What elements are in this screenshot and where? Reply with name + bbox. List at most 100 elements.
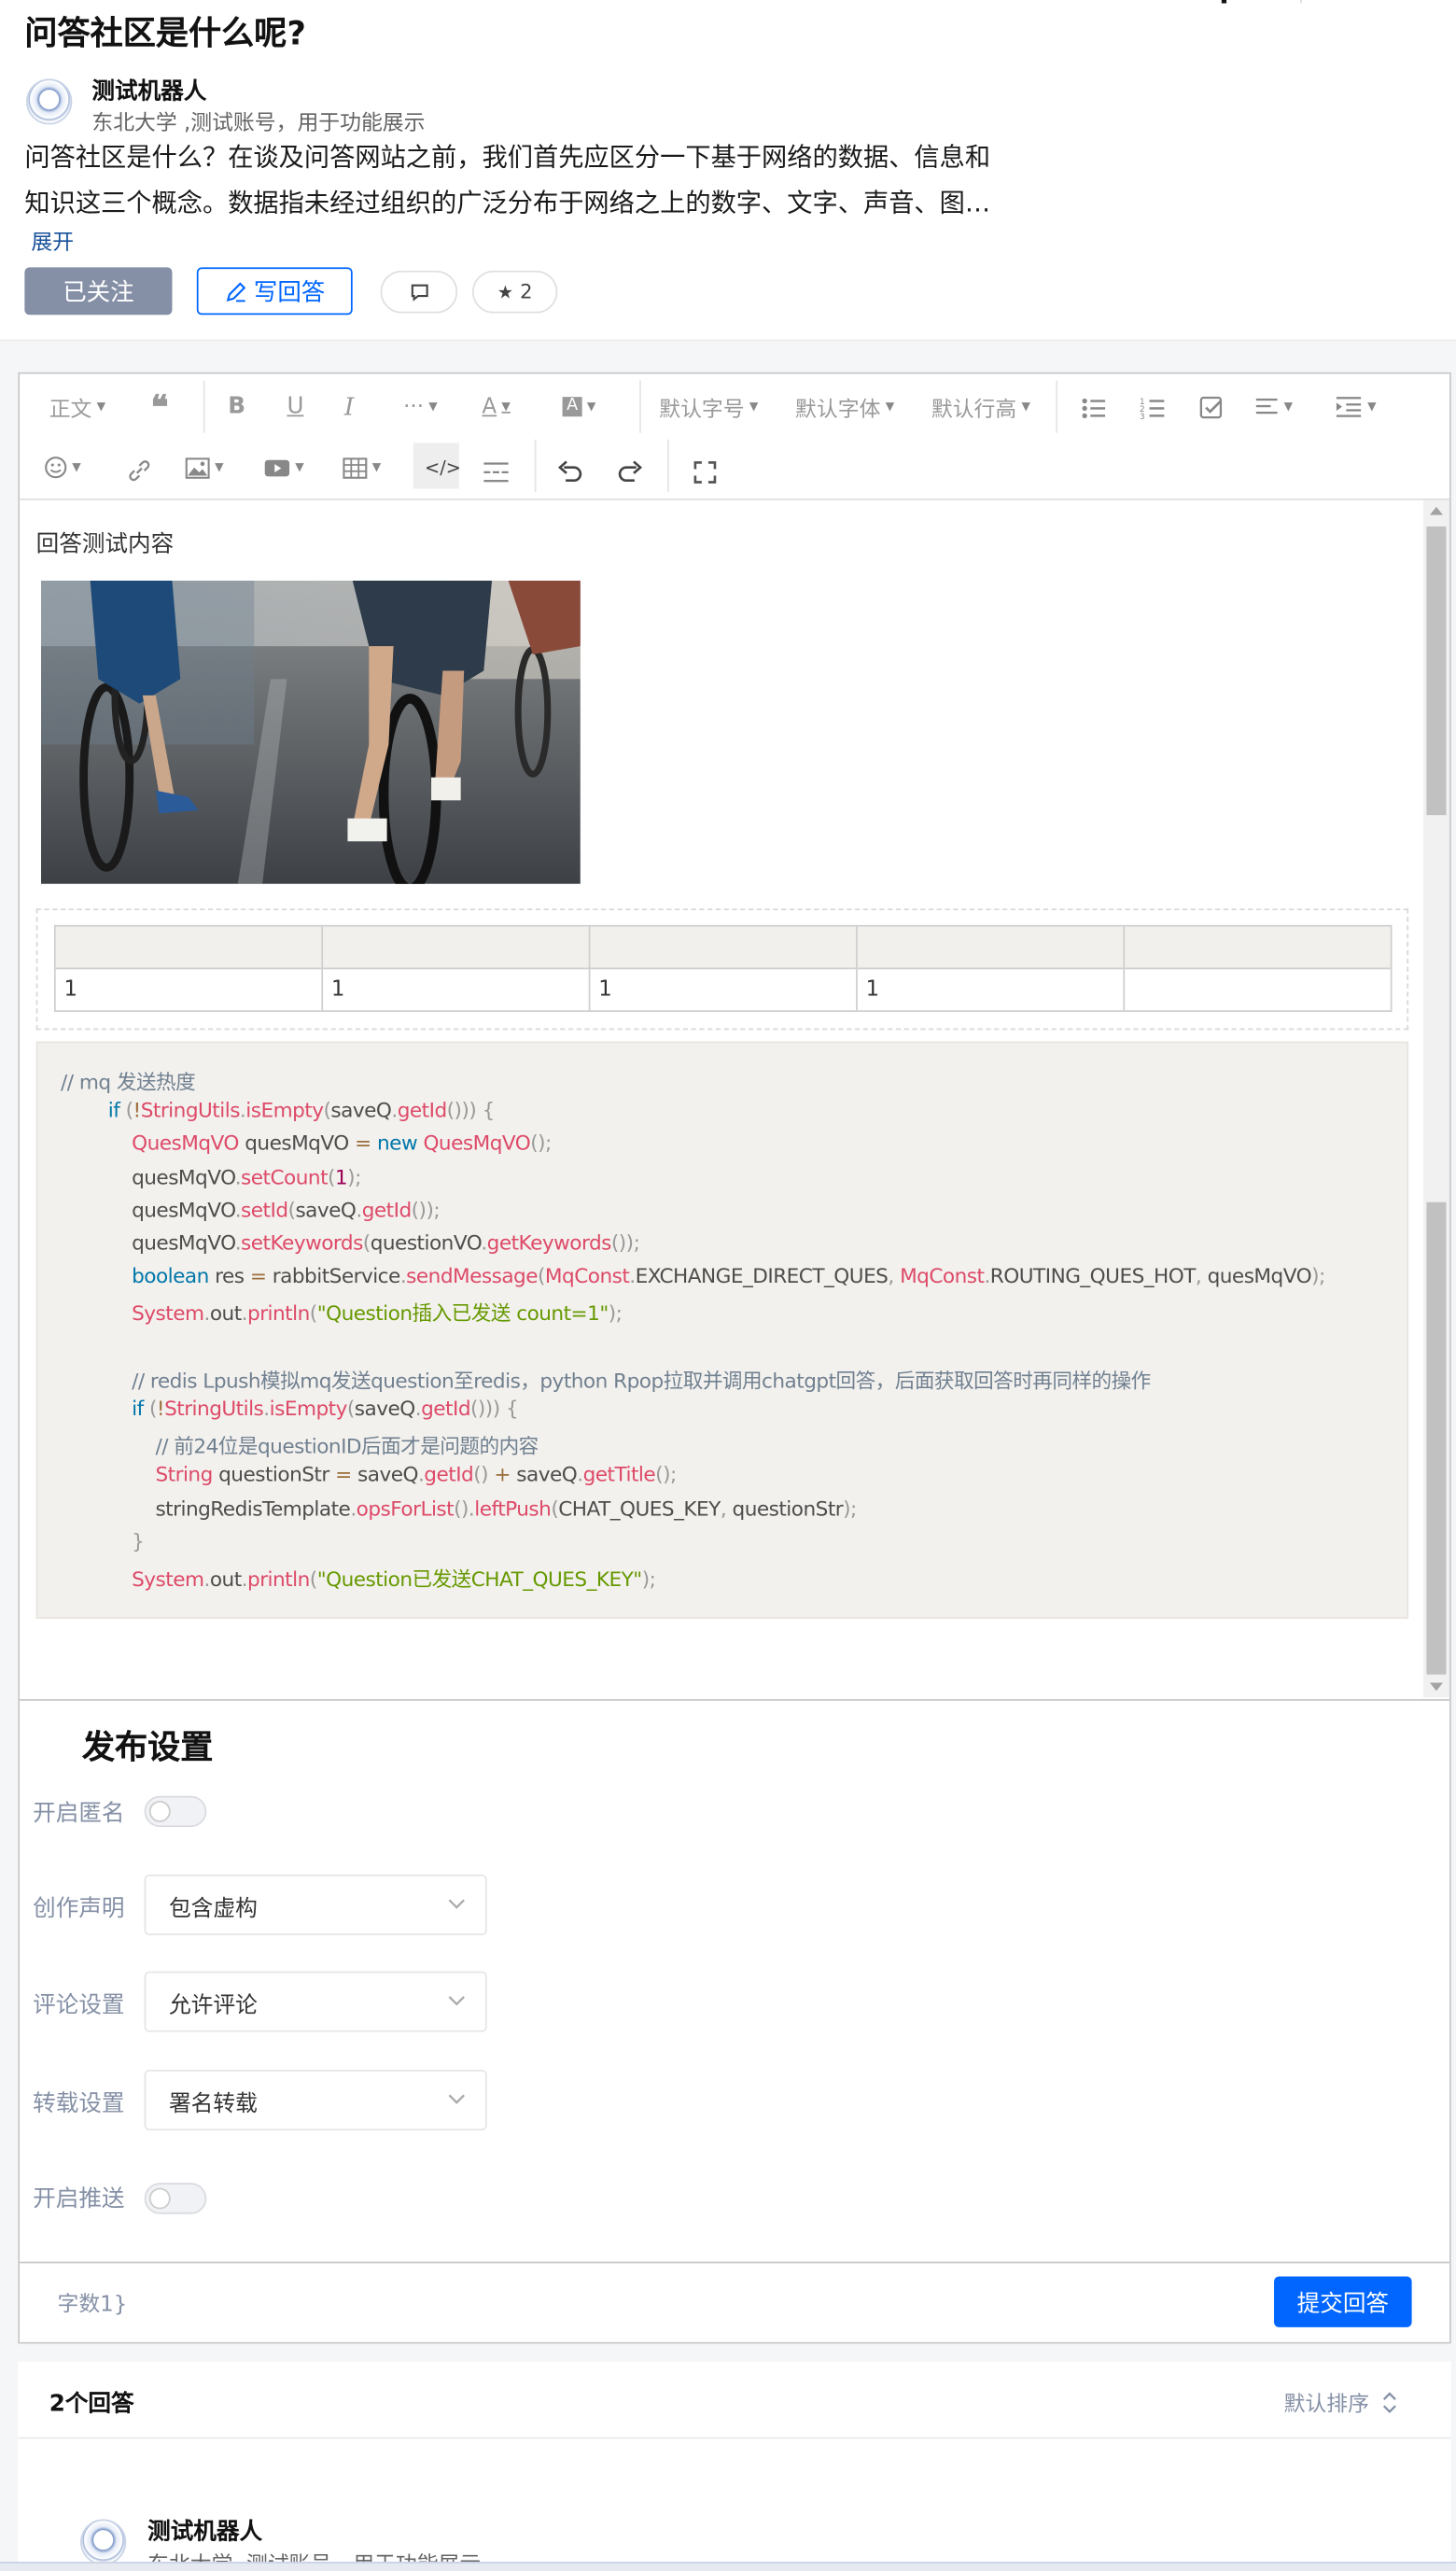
answer-editor: 正文 ▼ ❝ B U I ··· ▼ A ▼ A ▼ 默认字号 ▼ 默认字体 ▼ 默认行高 ▼… (18, 372, 1451, 2344)
undo-icon[interactable] (557, 455, 583, 487)
comment-select[interactable]: 允许评论 (144, 1971, 487, 2032)
emoji-dropdown[interactable]: ▼ (44, 451, 81, 484)
table-header-cell[interactable] (1123, 924, 1393, 970)
declaration-label: 创作声明 (33, 1895, 125, 1922)
table-block[interactable]: 1 1 1 1 (35, 908, 1409, 1031)
font-family-dropdown[interactable]: 默认字体 ▼ (795, 390, 894, 423)
more-style-icon[interactable]: ··· ▼ (403, 390, 438, 423)
repost-select[interactable]: 署名转载 (144, 2070, 487, 2131)
editor-text: 回答测试内容 (35, 531, 175, 558)
image-dropdown[interactable]: ▼ (185, 451, 224, 484)
table-cell[interactable]: 1 (321, 967, 591, 1012)
anonymous-toggle[interactable] (144, 1795, 207, 1828)
table-dropdown[interactable]: ▼ (343, 451, 381, 484)
font-size-label: 默认字号 (659, 398, 745, 423)
star-count: 2 (520, 280, 533, 304)
fullscreen-icon[interactable] (693, 456, 717, 488)
star-button[interactable]: ★ 2 (471, 270, 558, 314)
summary-line: 知识这三个概念。数据指未经过组织的广泛分布于网络之上的数字、文字、声音、图… (24, 189, 991, 218)
bold-icon[interactable]: B (228, 390, 245, 423)
pencil-icon (226, 281, 245, 302)
todo-checkbox-icon[interactable] (1198, 392, 1225, 425)
video-icon (264, 458, 290, 476)
toggle-knob (148, 2187, 171, 2210)
table-header-cell[interactable] (321, 924, 591, 970)
quote-icon[interactable]: ❝ (151, 387, 169, 427)
table-header-cell[interactable] (856, 924, 1126, 970)
comment-icon (410, 284, 427, 302)
top-marker (1221, 0, 1227, 4)
table-header-cell[interactable] (588, 924, 858, 970)
italic-icon[interactable]: I (344, 390, 354, 423)
scrollbar-thumb[interactable] (1426, 526, 1447, 816)
code-line: quesMqVO.setId(saveQ.getId()); (61, 1198, 441, 1222)
word-count: 字数1} (57, 2293, 128, 2318)
editor-table[interactable]: 1 1 1 1 (53, 924, 1393, 1012)
followed-button[interactable]: 已关注 (24, 267, 173, 316)
table-cell[interactable]: 1 (588, 967, 858, 1012)
align-left-icon (1255, 398, 1278, 414)
toolbar-divider (203, 380, 205, 433)
page: 问答社区是什么呢? 测试机器人 东北大学 ,测试账号，用于功能展示 问答社区是什… (0, 0, 1456, 2571)
push-toggle[interactable] (144, 2183, 207, 2214)
expand-link[interactable]: 展开 (31, 225, 74, 256)
underline-icon[interactable]: U (287, 390, 303, 423)
code-line: boolean res = rabbitService.sendMessage(… (132, 1264, 1325, 1288)
redo-icon[interactable] (617, 455, 643, 487)
table-cell[interactable] (1123, 967, 1393, 1012)
summary-line: 问答社区是什么？在谈及问答网站之前，我们首先应区分一下基于网络的数据、信息和 (24, 142, 991, 173)
table-header-cell[interactable] (53, 924, 324, 970)
code-line: stringRedisTemplate.opsForList().leftPus… (61, 1496, 857, 1520)
sort-label: 默认排序 (1283, 2393, 1369, 2418)
publish-settings: 发布设置 开启匿名 创作声明 包含虚构 评论设置 允许评论 转载设置 署名转载 … (20, 1699, 1450, 2262)
line-height-label: 默认行高 (931, 398, 1017, 423)
divider-icon[interactable] (483, 456, 510, 488)
editor-content[interactable]: 回答测试内容 1 1 1 1 // mq 发送热度 if (!StringUti… (20, 499, 1423, 1698)
scrollbar-thumb[interactable] (1426, 1201, 1447, 1675)
write-answer-button[interactable]: 写回答 (196, 267, 353, 316)
align-dropdown[interactable]: ▼ (1255, 390, 1293, 423)
avatar[interactable] (26, 78, 73, 125)
sort-dropdown[interactable]: 默认排序 (1283, 2386, 1397, 2418)
code-line: System.out.println("Question插入已发送 count=… (132, 1302, 623, 1327)
code-line: if (!StringUtils.isEmpty(saveQ.getId()))… (132, 1397, 519, 1421)
numbered-list-icon[interactable]: 123 (1140, 392, 1166, 425)
chevron-down-icon (448, 1996, 465, 2006)
image-icon (185, 457, 210, 478)
editor-toolbar: 正文 ▼ ❝ B U I ··· ▼ A ▼ A ▼ 默认字号 ▼ 默认字体 ▼ 默认行高 ▼… (20, 373, 1450, 500)
declaration-select[interactable]: 包含虚构 (144, 1875, 487, 1936)
toolbar-divider (534, 439, 537, 493)
anonymous-label: 开启匿名 (33, 1800, 125, 1828)
comment-button[interactable] (380, 270, 458, 314)
question-summary[interactable]: 问答社区是什么？在谈及问答网站之前，我们首先应区分一下基于网络的数据、信息和 知… (24, 134, 1028, 226)
background-color-icon[interactable]: A ▼ (562, 390, 595, 423)
line-height-dropdown[interactable]: 默认行高 ▼ (931, 390, 1030, 423)
editor-footer: 字数1} 提交回答 (20, 2261, 1450, 2342)
scroll-up-arrow-icon[interactable] (1429, 506, 1443, 515)
editor-scrollbar[interactable] (1422, 499, 1450, 1698)
author-name[interactable]: 测试机器人 (91, 74, 206, 106)
answers-section: 2个回答 默认排序 测试机器人 东北大学 ,测试账号，用于功能展示 (18, 2361, 1451, 2571)
font-size-dropdown[interactable]: 默认字号 ▼ (659, 390, 758, 423)
table-cell[interactable]: 1 (53, 967, 324, 1012)
code-line: // mq 发送热度 (61, 1071, 196, 1094)
indent-dropdown[interactable]: ▼ (1336, 390, 1377, 423)
sort-icon (1382, 2391, 1396, 2413)
code-block-icon[interactable]: </> (425, 451, 461, 484)
table-cell[interactable]: 1 (856, 967, 1126, 1012)
code-block[interactable]: // mq 发送热度 if (!StringUtils.isEmpty(save… (35, 1041, 1409, 1619)
code-line: if (!StringUtils.isEmpty(saveQ.getId()))… (107, 1099, 496, 1122)
paragraph-dropdown[interactable]: 正文 ▼ (49, 390, 105, 423)
comment-value: 允许评论 (168, 1991, 258, 2018)
submit-answer-button[interactable]: 提交回答 (1274, 2276, 1412, 2327)
link-icon[interactable] (126, 455, 152, 487)
author-description: 东北大学 ,测试账号，用于功能展示 (91, 111, 426, 136)
code-line: // redis Lpush模拟mq发送question至redis，pytho… (132, 1369, 1151, 1393)
font-family-label: 默认字体 (795, 398, 881, 423)
bullet-list-icon[interactable] (1081, 392, 1107, 425)
video-dropdown[interactable]: ▼ (264, 451, 304, 484)
font-color-icon[interactable]: A ▼ (482, 390, 510, 423)
avatar[interactable] (80, 2519, 127, 2565)
answer-author-name[interactable]: 测试机器人 (147, 2514, 262, 2547)
scroll-down-arrow-icon[interactable] (1429, 1682, 1443, 1692)
